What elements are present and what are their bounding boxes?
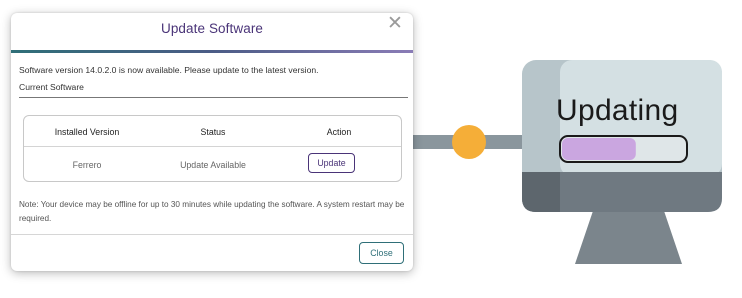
- dialog-header: Update Software ✕: [11, 13, 413, 49]
- close-icon[interactable]: ✕: [385, 14, 405, 34]
- update-button[interactable]: Update: [308, 153, 355, 173]
- installed-version-value: Ferrero: [72, 160, 102, 170]
- monitor-stand: [575, 205, 682, 264]
- footer-divider: [11, 234, 413, 235]
- close-button[interactable]: Close: [359, 242, 404, 264]
- current-software-label: Current Software: [19, 82, 84, 92]
- column-header-action: Action: [326, 127, 352, 137]
- update-software-dialog: Update Software ✕ Software version 14.0.…: [11, 13, 413, 271]
- connector-bar: [413, 135, 533, 149]
- update-message: Software version 14.0.2.0 is now availab…: [19, 65, 319, 75]
- status-value: Update Available: [180, 160, 246, 170]
- monitor-chin: [522, 172, 722, 212]
- connector-dot: [452, 125, 486, 159]
- updating-label: Updating: [556, 94, 679, 127]
- software-table: Installed Version Status Action Ferrero …: [23, 115, 402, 182]
- progress-track: [559, 135, 688, 163]
- dialog-title: Update Software: [160, 21, 264, 36]
- column-header-status: Status: [200, 127, 226, 137]
- monitor-bezel: [522, 60, 722, 212]
- section-divider: [19, 97, 408, 98]
- progress-fill: [562, 138, 636, 160]
- column-header-installed-version: Installed Version: [54, 127, 120, 137]
- table-row-divider: [24, 146, 401, 147]
- header-divider: [11, 50, 413, 53]
- offline-note: Note: Your device may be offline for up …: [19, 200, 405, 223]
